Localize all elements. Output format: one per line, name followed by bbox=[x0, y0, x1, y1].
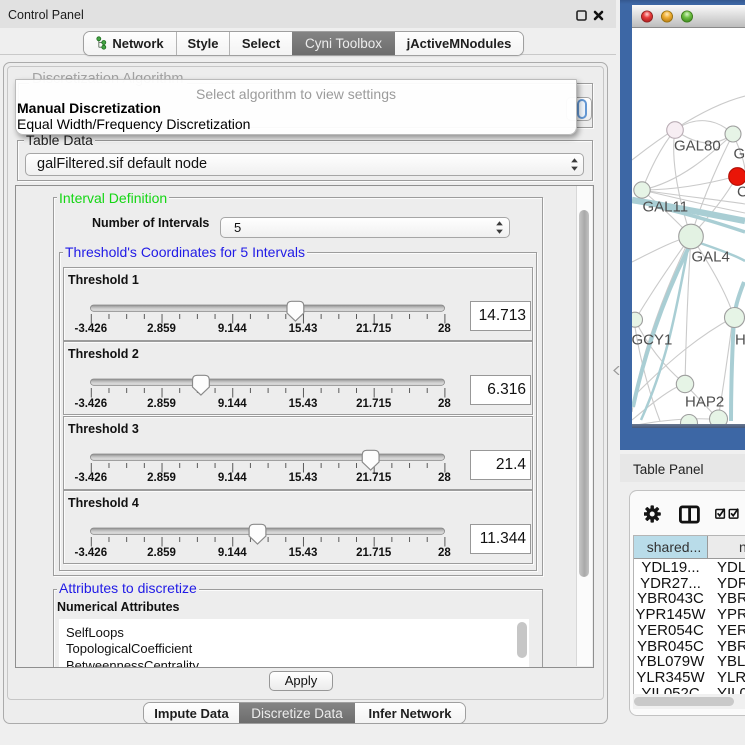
svg-text:HIS4: HIS4 bbox=[735, 332, 745, 349]
svg-text:HAP2: HAP2 bbox=[685, 394, 724, 411]
svg-text:GAL4: GAL4 bbox=[734, 146, 745, 163]
svg-text:GAL80: GAL80 bbox=[674, 138, 721, 155]
svg-text:GAL11: GAL11 bbox=[643, 199, 689, 216]
svg-text:GAL4: GAL4 bbox=[692, 249, 730, 266]
svg-text:CYC1: CYC1 bbox=[737, 184, 745, 201]
svg-text:GCY1: GCY1 bbox=[632, 332, 672, 349]
